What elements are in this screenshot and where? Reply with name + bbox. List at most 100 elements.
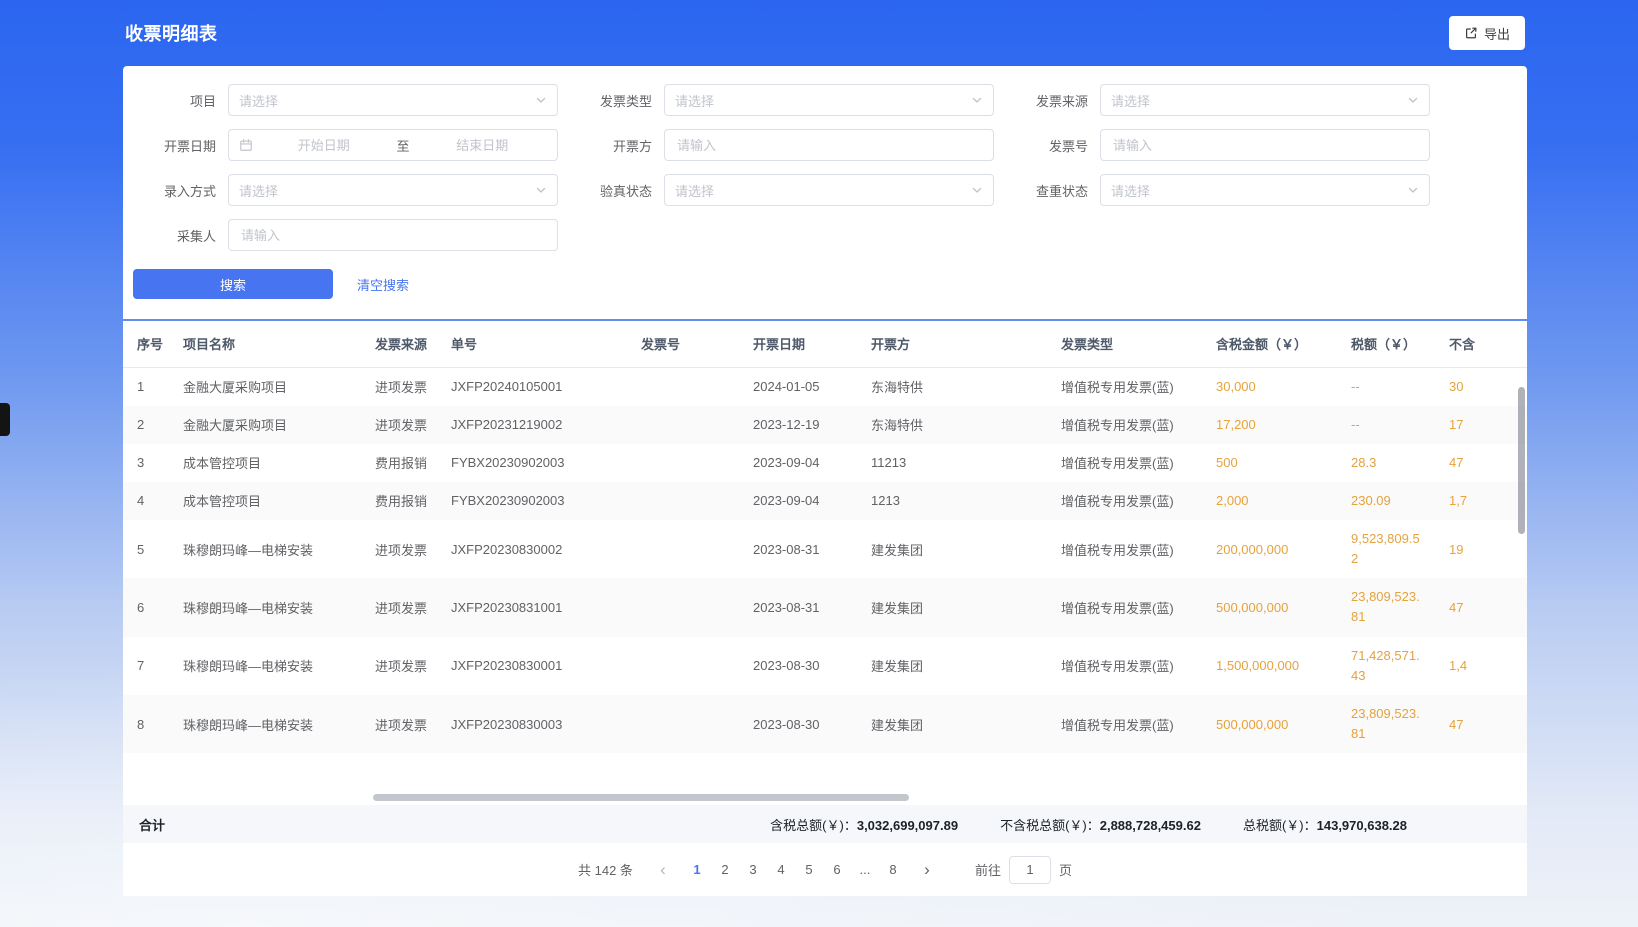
project-label: 项目 bbox=[133, 91, 228, 110]
cell-doc-no: FYBX20230902003 bbox=[437, 482, 627, 520]
cell-type: 增值税专用发票(蓝) bbox=[1047, 444, 1202, 482]
invoice-date-range[interactable]: 至 bbox=[228, 129, 558, 161]
invoice-table-card: 序号项目名称发票来源单号发票号开票日期开票方发票类型含税金额（￥）税额（￥）不含… bbox=[123, 321, 1527, 896]
export-button[interactable]: 导出 bbox=[1449, 16, 1525, 50]
horizontal-scrollbar-thumb[interactable] bbox=[373, 794, 909, 801]
table-body: 1金融大厦采购项目进项发票JXFP202401050012024-01-05东海… bbox=[123, 367, 1527, 753]
end-date-input[interactable] bbox=[418, 138, 548, 153]
table-row[interactable]: 4成本管控项目费用报销FYBX202309020032023-09-041213… bbox=[123, 482, 1527, 520]
cell-amount-incl: 500,000,000 bbox=[1202, 578, 1337, 636]
cell-issuer: 建发集团 bbox=[857, 637, 1047, 695]
receipt-detail-page: 收票明细表 导出 项目 请选择 bbox=[123, 0, 1527, 896]
column-header: 发票类型 bbox=[1047, 321, 1202, 367]
summary-total-tax-value: 143,970,638.28 bbox=[1317, 818, 1407, 833]
column-header: 不含 bbox=[1435, 321, 1527, 367]
cell-doc-no: JXFP20230830003 bbox=[437, 695, 627, 753]
summary-amount-incl-tax-label: 含税总额(￥)： bbox=[770, 818, 857, 833]
table-row[interactable]: 1金融大厦采购项目进项发票JXFP202401050012024-01-05东海… bbox=[123, 367, 1527, 406]
cell-invoice-no bbox=[627, 637, 739, 695]
cell-tax: 23,809,523.81 bbox=[1337, 695, 1435, 753]
entry-method-select[interactable]: 请选择 bbox=[228, 174, 558, 206]
project-select-placeholder: 请选择 bbox=[239, 91, 535, 110]
invoice-source-select[interactable]: 请选择 bbox=[1100, 84, 1430, 116]
table-row[interactable]: 8珠穆朗玛峰—电梯安装进项发票JXFP202308300032023-08-30… bbox=[123, 695, 1527, 753]
pagination-page-5[interactable]: 5 bbox=[795, 856, 823, 884]
table-row[interactable]: 5珠穆朗玛峰—电梯安装进项发票JXFP202308300022023-08-31… bbox=[123, 520, 1527, 578]
invoice-type-select-placeholder: 请选择 bbox=[675, 91, 971, 110]
summary-items: 含税总额(￥)：3,032,699,097.89 不含税总额(￥)：2,888,… bbox=[770, 815, 1407, 834]
search-button[interactable]: 搜索 bbox=[133, 269, 333, 299]
cell-source: 费用报销 bbox=[361, 482, 437, 520]
pagination-more[interactable]: ... bbox=[851, 856, 879, 884]
pagination-next-button[interactable]: › bbox=[913, 856, 941, 884]
vertical-scrollbar-thumb[interactable] bbox=[1518, 387, 1525, 534]
pagination-page-6[interactable]: 6 bbox=[823, 856, 851, 884]
filter-project: 项目 请选择 bbox=[133, 84, 569, 116]
collector-label: 采集人 bbox=[133, 226, 228, 245]
summary-row: 合计 含税总额(￥)：3,032,699,097.89 不含税总额(￥)：2,8… bbox=[123, 805, 1527, 843]
pagination-prev-button[interactable]: ‹ bbox=[649, 856, 677, 884]
invoice-type-label: 发票类型 bbox=[569, 91, 664, 110]
table-row[interactable]: 2金融大厦采购项目进项发票JXFP202312190022023-12-19东海… bbox=[123, 406, 1527, 444]
column-header: 税额（￥） bbox=[1337, 321, 1435, 367]
cell-type: 增值税专用发票(蓝) bbox=[1047, 482, 1202, 520]
pagination-page-4[interactable]: 4 bbox=[767, 856, 795, 884]
cell-tax: 9,523,809.52 bbox=[1337, 520, 1435, 578]
pagination-page-2[interactable]: 2 bbox=[711, 856, 739, 884]
pagination-page-3[interactable]: 3 bbox=[739, 856, 767, 884]
cell-tax: -- bbox=[1337, 367, 1435, 406]
cell-doc-no: JXFP20230831001 bbox=[437, 578, 627, 636]
entry-method-select-placeholder: 请选择 bbox=[239, 181, 535, 200]
summary-total-tax: 总税额(￥)：143,970,638.28 bbox=[1243, 815, 1407, 834]
cell-source: 进项发票 bbox=[361, 695, 437, 753]
invoice-no-input[interactable] bbox=[1100, 129, 1430, 161]
pagination-goto-input[interactable] bbox=[1009, 856, 1051, 884]
column-header: 序号 bbox=[123, 321, 169, 367]
pagination-pages: 123456...8 bbox=[683, 856, 907, 884]
cell-project: 珠穆朗玛峰—电梯安装 bbox=[169, 520, 361, 578]
calendar-icon bbox=[239, 138, 253, 152]
pagination-goto-label: 前往 bbox=[975, 860, 1001, 879]
pagination-page-1[interactable]: 1 bbox=[683, 856, 711, 884]
project-select[interactable]: 请选择 bbox=[228, 84, 558, 116]
cell-amount-incl: 1,500,000,000 bbox=[1202, 637, 1337, 695]
column-header: 项目名称 bbox=[169, 321, 361, 367]
table-row[interactable]: 3成本管控项目费用报销FYBX202309020032023-09-041121… bbox=[123, 444, 1527, 482]
cell-project: 金融大厦采购项目 bbox=[169, 367, 361, 406]
pagination-page-8[interactable]: 8 bbox=[879, 856, 907, 884]
cell-project: 珠穆朗玛峰—电梯安装 bbox=[169, 695, 361, 753]
side-drawer-handle[interactable] bbox=[0, 403, 10, 436]
collector-input[interactable] bbox=[228, 219, 558, 251]
cell-amount-excl: 17 bbox=[1435, 406, 1527, 444]
verify-status-select[interactable]: 请选择 bbox=[664, 174, 994, 206]
cell-source: 进项发票 bbox=[361, 578, 437, 636]
start-date-input[interactable] bbox=[259, 138, 389, 153]
summary-amount-excl-tax-label: 不含税总额(￥)： bbox=[1000, 818, 1100, 833]
clear-search-link[interactable]: 清空搜索 bbox=[357, 275, 409, 294]
table-row[interactable]: 6珠穆朗玛峰—电梯安装进项发票JXFP202308310012023-08-31… bbox=[123, 578, 1527, 636]
summary-amount-excl-tax: 不含税总额(￥)：2,888,728,459.62 bbox=[1000, 815, 1201, 834]
filter-collector: 采集人 bbox=[133, 219, 569, 251]
cell-amount-excl: 47 bbox=[1435, 695, 1527, 753]
cell-invoice-no bbox=[627, 367, 739, 406]
chevron-down-icon bbox=[971, 184, 983, 196]
column-header: 含税金额（￥） bbox=[1202, 321, 1337, 367]
cell-amount-excl: 1,4 bbox=[1435, 637, 1527, 695]
table-row[interactable]: 7珠穆朗玛峰—电梯安装进项发票JXFP202308300012023-08-30… bbox=[123, 637, 1527, 695]
dup-status-label: 查重状态 bbox=[1005, 181, 1100, 200]
invoice-type-select[interactable]: 请选择 bbox=[664, 84, 994, 116]
cell-issuer: 东海特供 bbox=[857, 367, 1047, 406]
horizontal-scrollbar-track bbox=[123, 753, 1527, 805]
cell-index: 3 bbox=[123, 444, 169, 482]
cell-type: 增值税专用发票(蓝) bbox=[1047, 520, 1202, 578]
cell-invoice-no bbox=[627, 444, 739, 482]
filter-card: 项目 请选择 发票类型 请选择 发票来源 bbox=[123, 66, 1527, 319]
dup-status-select[interactable]: 请选择 bbox=[1100, 174, 1430, 206]
cell-date: 2023-08-30 bbox=[739, 637, 857, 695]
pagination: 共 142 条 ‹ 123456...8 › 前往 页 bbox=[123, 843, 1527, 896]
summary-amount-incl-tax-value: 3,032,699,097.89 bbox=[857, 818, 958, 833]
issuer-input[interactable] bbox=[664, 129, 994, 161]
filter-grid: 项目 请选择 发票类型 请选择 发票来源 bbox=[123, 84, 1527, 251]
export-icon bbox=[1464, 26, 1478, 40]
date-range-separator: 至 bbox=[393, 136, 414, 155]
